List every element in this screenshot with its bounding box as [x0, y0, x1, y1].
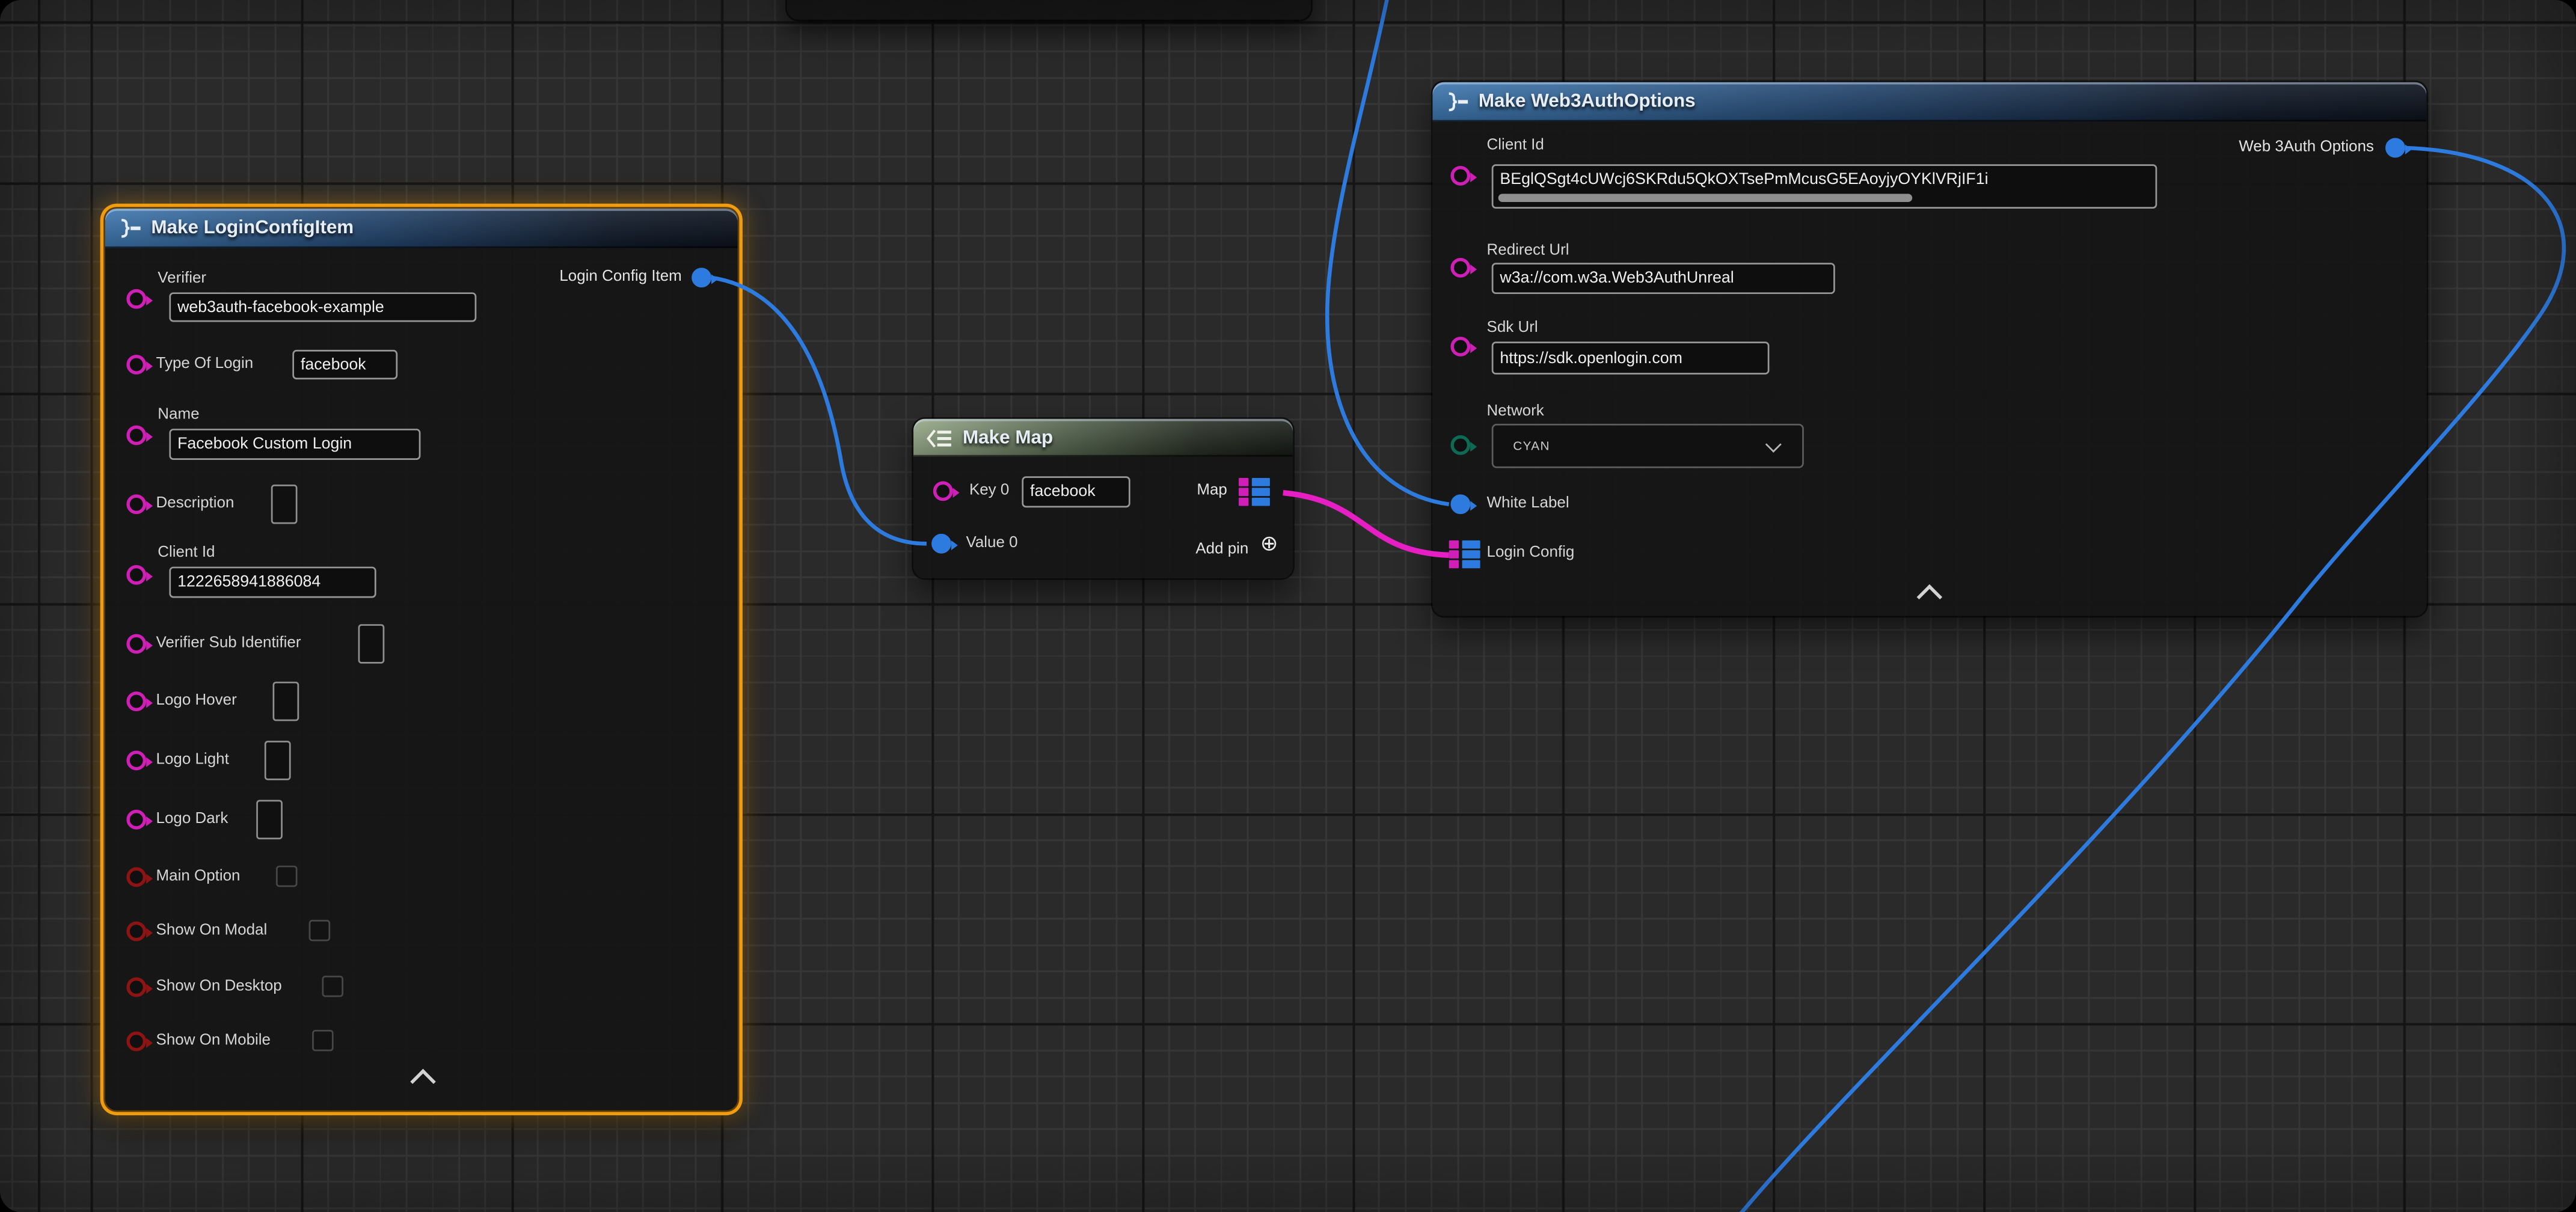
- node-header[interactable]: Make Web3AuthOptions: [1432, 82, 2426, 122]
- node-header[interactable]: Make Map: [913, 419, 1293, 457]
- plus-circle-icon[interactable]: ⊕: [1260, 532, 1278, 554]
- type-of-login-input[interactable]: facebook: [292, 350, 397, 379]
- wire-map-to-login-config[interactable]: [1283, 493, 1449, 556]
- input-pin-logo-dark[interactable]: [126, 810, 146, 830]
- input-pin-client-id[interactable]: [1450, 166, 1470, 186]
- map-output-label: Map: [1197, 482, 1227, 501]
- input-pin-type-of-login[interactable]: [126, 355, 146, 375]
- make-map-icon: [927, 428, 953, 448]
- input-pin-network[interactable]: [1450, 435, 1470, 455]
- node-make-login-config-item[interactable]: Make LoginConfigItem Login Config Item V…: [105, 209, 738, 1110]
- output-pin-login-config-item[interactable]: [692, 268, 711, 287]
- input-pin-redirect-url[interactable]: [1450, 258, 1470, 278]
- node-title: Make Map: [963, 428, 1053, 448]
- field-label: Description: [156, 494, 235, 514]
- input-pin-name[interactable]: [126, 426, 146, 445]
- show-on-modal-checkbox[interactable]: [309, 920, 331, 941]
- field-label: Verifier: [158, 269, 206, 289]
- field-label: Main Option: [156, 868, 241, 887]
- field-label: Client Id: [158, 543, 215, 563]
- input-pin-verifier-sub-identifier[interactable]: [126, 634, 146, 654]
- node-make-web3auth-options[interactable]: Make Web3AuthOptions Web 3Auth Options C…: [1432, 82, 2426, 616]
- redirect-url-input[interactable]: w3a://com.w3a.Web3AuthUnreal: [1492, 263, 1835, 294]
- field-label: Show On Mobile: [156, 1032, 271, 1051]
- input-pin-description[interactable]: [126, 494, 146, 514]
- field-label: Verifier Sub Identifier: [156, 634, 301, 654]
- show-on-mobile-checkbox[interactable]: [312, 1030, 334, 1051]
- sdk-url-label: Sdk Url: [1487, 319, 1538, 338]
- node-title: Make LoginConfigItem: [151, 218, 354, 238]
- description-input[interactable]: [271, 485, 298, 524]
- client-id-label: Client Id: [1487, 136, 1544, 156]
- input-pin-show-on-modal[interactable]: [126, 922, 146, 941]
- output-pin-map[interactable]: [1239, 478, 1273, 506]
- node-header[interactable]: Make LoginConfigItem: [105, 209, 738, 248]
- network-selected-value: CYAN: [1493, 438, 1550, 453]
- input-pin-show-on-desktop[interactable]: [126, 978, 146, 997]
- main-option-checkbox[interactable]: [276, 866, 298, 887]
- field-label: Logo Hover: [156, 691, 237, 711]
- value-0-label: Value 0: [966, 534, 1017, 554]
- collapse-node-chevron-icon[interactable]: [410, 1069, 436, 1095]
- field-label: Show On Desktop: [156, 978, 282, 997]
- node-title: Make Web3AuthOptions: [1479, 92, 1696, 112]
- collapse-node-chevron-icon[interactable]: [1917, 584, 1943, 610]
- redirect-url-label: Redirect Url: [1487, 242, 1569, 262]
- blueprint-canvas[interactable]: Make LoginConfigItem Login Config Item V…: [0, 0, 2576, 1212]
- input-pin-client-id[interactable]: [126, 565, 146, 585]
- input-pin-sdk-url[interactable]: [1450, 337, 1470, 357]
- field-label: Logo Light: [156, 751, 229, 771]
- input-pin-white-label[interactable]: [1450, 494, 1470, 514]
- input-pin-main-option[interactable]: [126, 868, 146, 887]
- wire-login-config-item-to-value-0[interactable]: [711, 278, 927, 544]
- client-id-scrollbar[interactable]: [1498, 194, 1912, 202]
- client-id-input[interactable]: 1222658941886084: [169, 567, 376, 598]
- logo-hover-input[interactable]: [273, 682, 299, 721]
- wire-top-to-white-label[interactable]: [1327, 0, 1449, 504]
- network-dropdown[interactable]: CYAN: [1492, 424, 1804, 468]
- node-make-map[interactable]: Make Map Key 0 facebook Map Value 0 Add …: [913, 419, 1293, 578]
- sdk-url-input[interactable]: https://sdk.openlogin.com: [1492, 341, 1770, 375]
- chevron-down-icon: [1765, 435, 1782, 451]
- input-pin-logo-hover[interactable]: [126, 691, 146, 711]
- white-label-label: White Label: [1487, 494, 1569, 514]
- logo-light-input[interactable]: [265, 741, 291, 780]
- network-label: Network: [1487, 402, 1544, 422]
- make-struct-icon: [118, 218, 141, 238]
- partial-node-top[interactable]: [787, 0, 1311, 20]
- login-config-label: Login Config: [1487, 543, 1575, 563]
- input-pin-key-0[interactable]: [933, 482, 953, 501]
- input-pin-login-config[interactable]: [1449, 540, 1483, 568]
- output-pin-web3auth-options[interactable]: [2385, 138, 2405, 158]
- add-pin-label[interactable]: Add pin: [1195, 540, 1248, 560]
- key-0-label: Key 0: [969, 482, 1009, 501]
- make-struct-icon: [1446, 92, 1468, 112]
- input-pin-show-on-mobile[interactable]: [126, 1032, 146, 1051]
- field-label: Show On Modal: [156, 922, 268, 941]
- field-label: Name: [158, 406, 199, 426]
- logo-dark-input[interactable]: [256, 800, 283, 840]
- input-pin-value-0[interactable]: [931, 534, 951, 554]
- input-pin-verifier[interactable]: [126, 289, 146, 309]
- field-label: Type Of Login: [156, 355, 254, 375]
- field-label: Logo Dark: [156, 810, 228, 830]
- verifier-sub-identifier-input[interactable]: [358, 624, 385, 664]
- name-input[interactable]: Facebook Custom Login: [169, 429, 420, 460]
- show-on-desktop-checkbox[interactable]: [322, 976, 343, 997]
- input-pin-logo-light[interactable]: [126, 751, 146, 771]
- verifier-input[interactable]: web3auth-facebook-example: [169, 292, 476, 322]
- output-pin-label: Login Config Item: [559, 268, 681, 287]
- output-pin-label: Web 3Auth Options: [2239, 138, 2374, 158]
- key-0-input[interactable]: facebook: [1022, 476, 1130, 507]
